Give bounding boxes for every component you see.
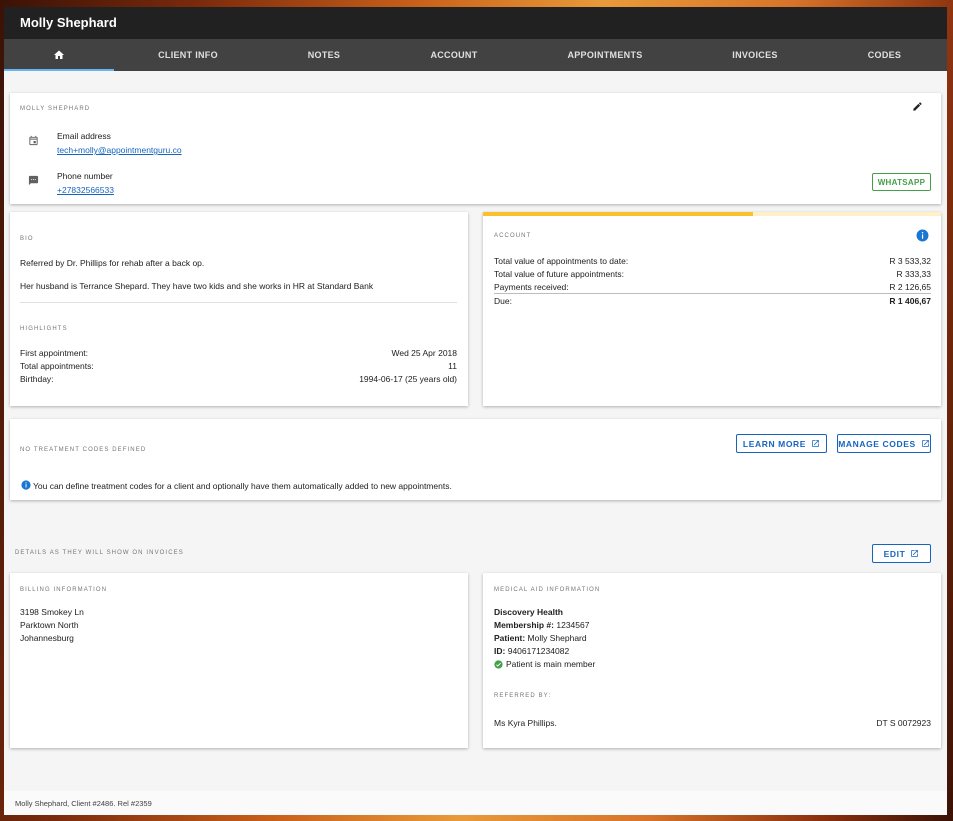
account-overline: ACCOUNT [494,233,532,239]
invoice-details-overline: DETAILS AS THEY WILL SHOW ON INVOICES [15,550,184,556]
bio-line-2: Her husband is Terrance Shepard. They ha… [20,281,374,291]
account-row: Payments received: R 2 126,65 [494,282,931,292]
billing-address-line: Johannesburg [20,633,74,643]
codes-overline: NO TREATMENT CODES DEFINED [20,447,147,453]
account-progress-bar [483,212,941,216]
tab-codes[interactable]: CODES [822,39,947,71]
email-label: Email address [57,131,111,141]
calendar-icon [29,135,38,146]
edit-pencil-icon[interactable] [912,101,923,112]
edit-invoice-details-button[interactable]: EDIT [872,544,931,563]
bio-card: BIO Referred by Dr. Phillips for rehab a… [10,212,468,406]
medical-overline: MEDICAL AID INFORMATION [494,587,601,593]
info-icon[interactable] [916,229,929,242]
window-title: Molly Shephard [20,15,117,30]
external-link-icon [921,440,929,447]
tab-notes[interactable]: NOTES [262,39,386,71]
phone-label: Phone number [57,171,113,181]
medical-aid-card: MEDICAL AID INFORMATION Discovery Health… [483,573,941,748]
title-bar: Molly Shephard [4,7,947,39]
home-icon [54,50,64,59]
medical-scheme: Discovery Health [494,607,563,617]
account-row: Total value of appointments to date: R 3 … [494,256,931,266]
referred-by-overline: REFERRED BY: [494,693,552,699]
learn-more-button[interactable]: LEARN MORE [736,434,827,453]
tab-home[interactable] [4,39,114,71]
manage-codes-button[interactable]: MANAGE CODES [837,434,931,453]
tab-client-info[interactable]: CLIENT INFO [114,39,262,71]
client-name-overline: MOLLY SHEPHARD [20,106,91,112]
highlight-row: Birthday: 1994-06-17 (25 years old) [20,374,457,384]
billing-address-line: 3198 Smokey Ln [20,607,84,617]
footer: Molly Shephard, Client #2486. Rel #2359 [4,791,947,815]
patient-row: Patient: Molly Shephard [494,633,587,643]
whatsapp-button[interactable]: WHATSAPP [872,173,931,191]
external-link-icon [911,550,919,557]
highlight-row: First appointment: Wed 25 Apr 2018 [20,348,457,358]
highlights-overline: HIGHLIGHTS [20,326,68,332]
contact-card: MOLLY SHEPHARD Email address tech+molly@… [10,93,941,204]
billing-overline: BILLING INFORMATION [20,587,108,593]
account-due-row: Due: R 1 406,67 [494,296,931,306]
tab-invoices[interactable]: INVOICES [688,39,822,71]
id-row: ID: 9406171234082 [494,646,570,656]
account-row: Total value of future appointments: R 333… [494,269,931,279]
footer-text: Molly Shephard, Client #2486. Rel #2359 [15,799,152,808]
app-window: Molly Shephard CLIENT INFO NOTES ACCOUNT… [4,7,947,815]
referrer-row: Ms Kyra Phillips. DT S 0072923 [494,718,931,728]
bio-line-1: Referred by Dr. Phillips for rehab after… [20,258,205,268]
bio-overline: BIO [20,236,34,242]
account-card: ACCOUNT Total value of appointments to d… [483,212,941,406]
membership-row: Membership #: 1234567 [494,620,590,630]
info-icon [21,480,31,490]
account-divider [494,293,931,294]
client-info-content: MOLLY SHEPHARD Email address tech+molly@… [4,71,947,781]
external-link-icon [812,440,819,447]
message-icon [28,175,39,186]
highlight-row: Total appointments: 11 [20,361,457,371]
codes-info-text: You can define treatment codes for a cli… [33,481,452,491]
check-circle-icon [494,659,503,669]
billing-card: BILLING INFORMATION 3198 Smokey Ln Parkt… [10,573,468,748]
account-progress-fill [483,212,754,216]
phone-link[interactable]: +27832566533 [57,185,114,195]
billing-address-line: Parktown North [20,620,79,630]
tab-bar: CLIENT INFO NOTES ACCOUNT APPOINTMENTS I… [4,39,947,71]
bio-divider [20,302,457,303]
treatment-codes-card: NO TREATMENT CODES DEFINED LEARN MORE MA… [10,419,941,500]
email-link[interactable]: tech+molly@appointmentguru.co [57,145,182,155]
main-member-row: Patient is main member [494,659,595,669]
tab-account[interactable]: ACCOUNT [386,39,522,71]
tab-appointments[interactable]: APPOINTMENTS [522,39,688,71]
